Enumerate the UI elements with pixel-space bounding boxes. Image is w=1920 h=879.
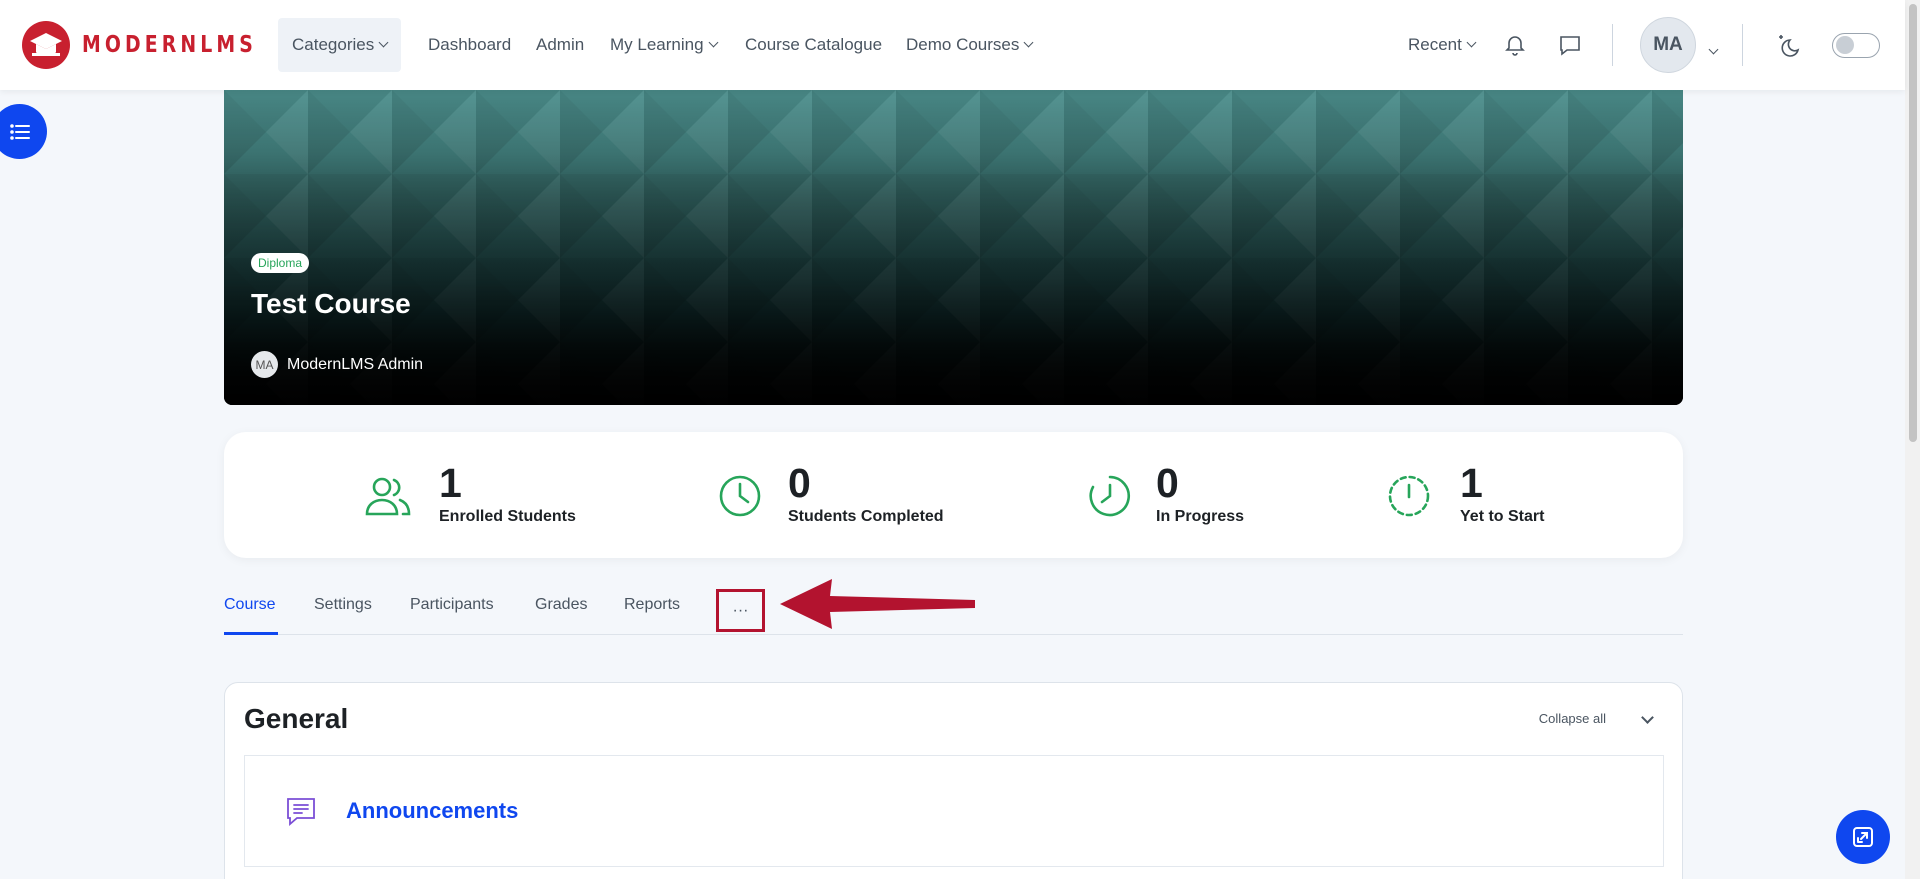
chat-bubble-icon <box>1560 36 1580 56</box>
hero-gradient-overlay <box>224 90 1683 405</box>
nav-my-learning[interactable]: My Learning <box>610 0 719 90</box>
moon-stars-icon <box>1779 35 1800 57</box>
tab-participants[interactable]: Participants <box>410 596 494 614</box>
tab-reports[interactable]: Reports <box>624 596 680 614</box>
brand-logo[interactable]: MODERNLMS <box>22 20 295 70</box>
active-tab-indicator <box>224 632 278 635</box>
nav-recent[interactable]: Recent <box>1408 0 1477 90</box>
chevron-down-icon <box>1708 44 1719 55</box>
theme-toggle[interactable] <box>1832 33 1880 58</box>
nav-dashboard[interactable]: Dashboard <box>428 0 511 90</box>
stat-value: 0 <box>788 460 811 506</box>
annotation-arrow-icon <box>780 579 975 629</box>
progress-clock-icon <box>1089 475 1130 517</box>
stat-label: Students Completed <box>788 508 944 525</box>
clock-icon <box>719 475 761 517</box>
fullscreen-button[interactable] <box>1836 810 1890 864</box>
nav-demo-courses-label: Demo Courses <box>906 35 1020 54</box>
chevron-down-icon <box>378 37 389 48</box>
chevron-down-icon <box>1466 37 1477 48</box>
navbar-divider <box>1742 24 1743 66</box>
page-scrollbar[interactable] <box>1905 0 1920 879</box>
tab-course[interactable]: Course <box>224 596 276 614</box>
notifications-button[interactable] <box>1497 27 1533 63</box>
forum-icon <box>287 798 315 826</box>
scrollbar-thumb[interactable] <box>1909 4 1917 442</box>
user-menu-chevron[interactable] <box>1704 40 1719 58</box>
bell-icon <box>1505 36 1525 56</box>
users-icon <box>365 477 411 516</box>
stat-label: Yet to Start <box>1460 508 1545 525</box>
tab-more-button[interactable]: ··· <box>716 589 765 632</box>
course-teacher[interactable]: MA ModernLMS Admin <box>251 351 423 378</box>
nav-my-learning-label: My Learning <box>610 35 704 54</box>
nav-categories[interactable]: Categories <box>278 18 402 72</box>
toggle-knob <box>1836 36 1854 54</box>
expand-icon <box>1853 827 1873 847</box>
graduation-cap-logo-icon <box>22 21 70 69</box>
dark-mode-button[interactable] <box>1770 27 1806 63</box>
course-index-drawer-button[interactable] <box>0 104 47 159</box>
tab-settings[interactable]: Settings <box>314 596 372 614</box>
chevron-down-icon <box>708 37 719 48</box>
navbar-divider <box>1612 24 1613 66</box>
collapse-all-link[interactable]: Collapse all <box>1539 711 1606 726</box>
user-avatar[interactable]: MA <box>1640 17 1696 73</box>
course-category-badge: Diploma <box>251 253 310 273</box>
teacher-name: ModernLMS Admin <box>287 355 424 373</box>
course-section-general: General Collapse all Announcements <box>224 682 1683 879</box>
tab-grades[interactable]: Grades <box>535 596 587 614</box>
nav-admin[interactable]: Admin <box>536 0 584 90</box>
course-hero-banner: Diploma Test Course MA ModernLMS Admin <box>224 90 1683 405</box>
nav-categories-label: Categories <box>292 35 375 54</box>
stat-label: In Progress <box>1156 508 1245 525</box>
dashed-clock-icon <box>1388 475 1430 517</box>
messages-button[interactable] <box>1552 27 1588 63</box>
nav-course-catalogue[interactable]: Course Catalogue <box>745 0 882 90</box>
nav-recent-label: Recent <box>1408 35 1462 54</box>
brand-name: MODERNLMS <box>82 32 257 58</box>
stat-value: 0 <box>1156 460 1179 506</box>
stat-value: 1 <box>1460 460 1483 506</box>
chevron-down-icon[interactable] <box>1641 711 1654 724</box>
stat-value: 1 <box>439 460 462 506</box>
top-navbar: MODERNLMS Categories Dashboard Admin My … <box>0 0 1905 90</box>
activity-item[interactable]: Announcements <box>244 755 1664 867</box>
teacher-avatar: MA <box>251 351 278 378</box>
nav-demo-courses[interactable]: Demo Courses <box>906 0 1034 90</box>
chevron-down-icon <box>1023 37 1034 48</box>
section-title: General <box>244 703 349 734</box>
list-icon <box>9 123 30 140</box>
course-title: Test Course <box>251 288 411 319</box>
course-stats-card: 1 Enrolled Students 0 Students Completed… <box>224 432 1683 558</box>
stat-label: Enrolled Students <box>439 508 576 525</box>
activity-name-link[interactable]: Announcements <box>346 798 518 824</box>
